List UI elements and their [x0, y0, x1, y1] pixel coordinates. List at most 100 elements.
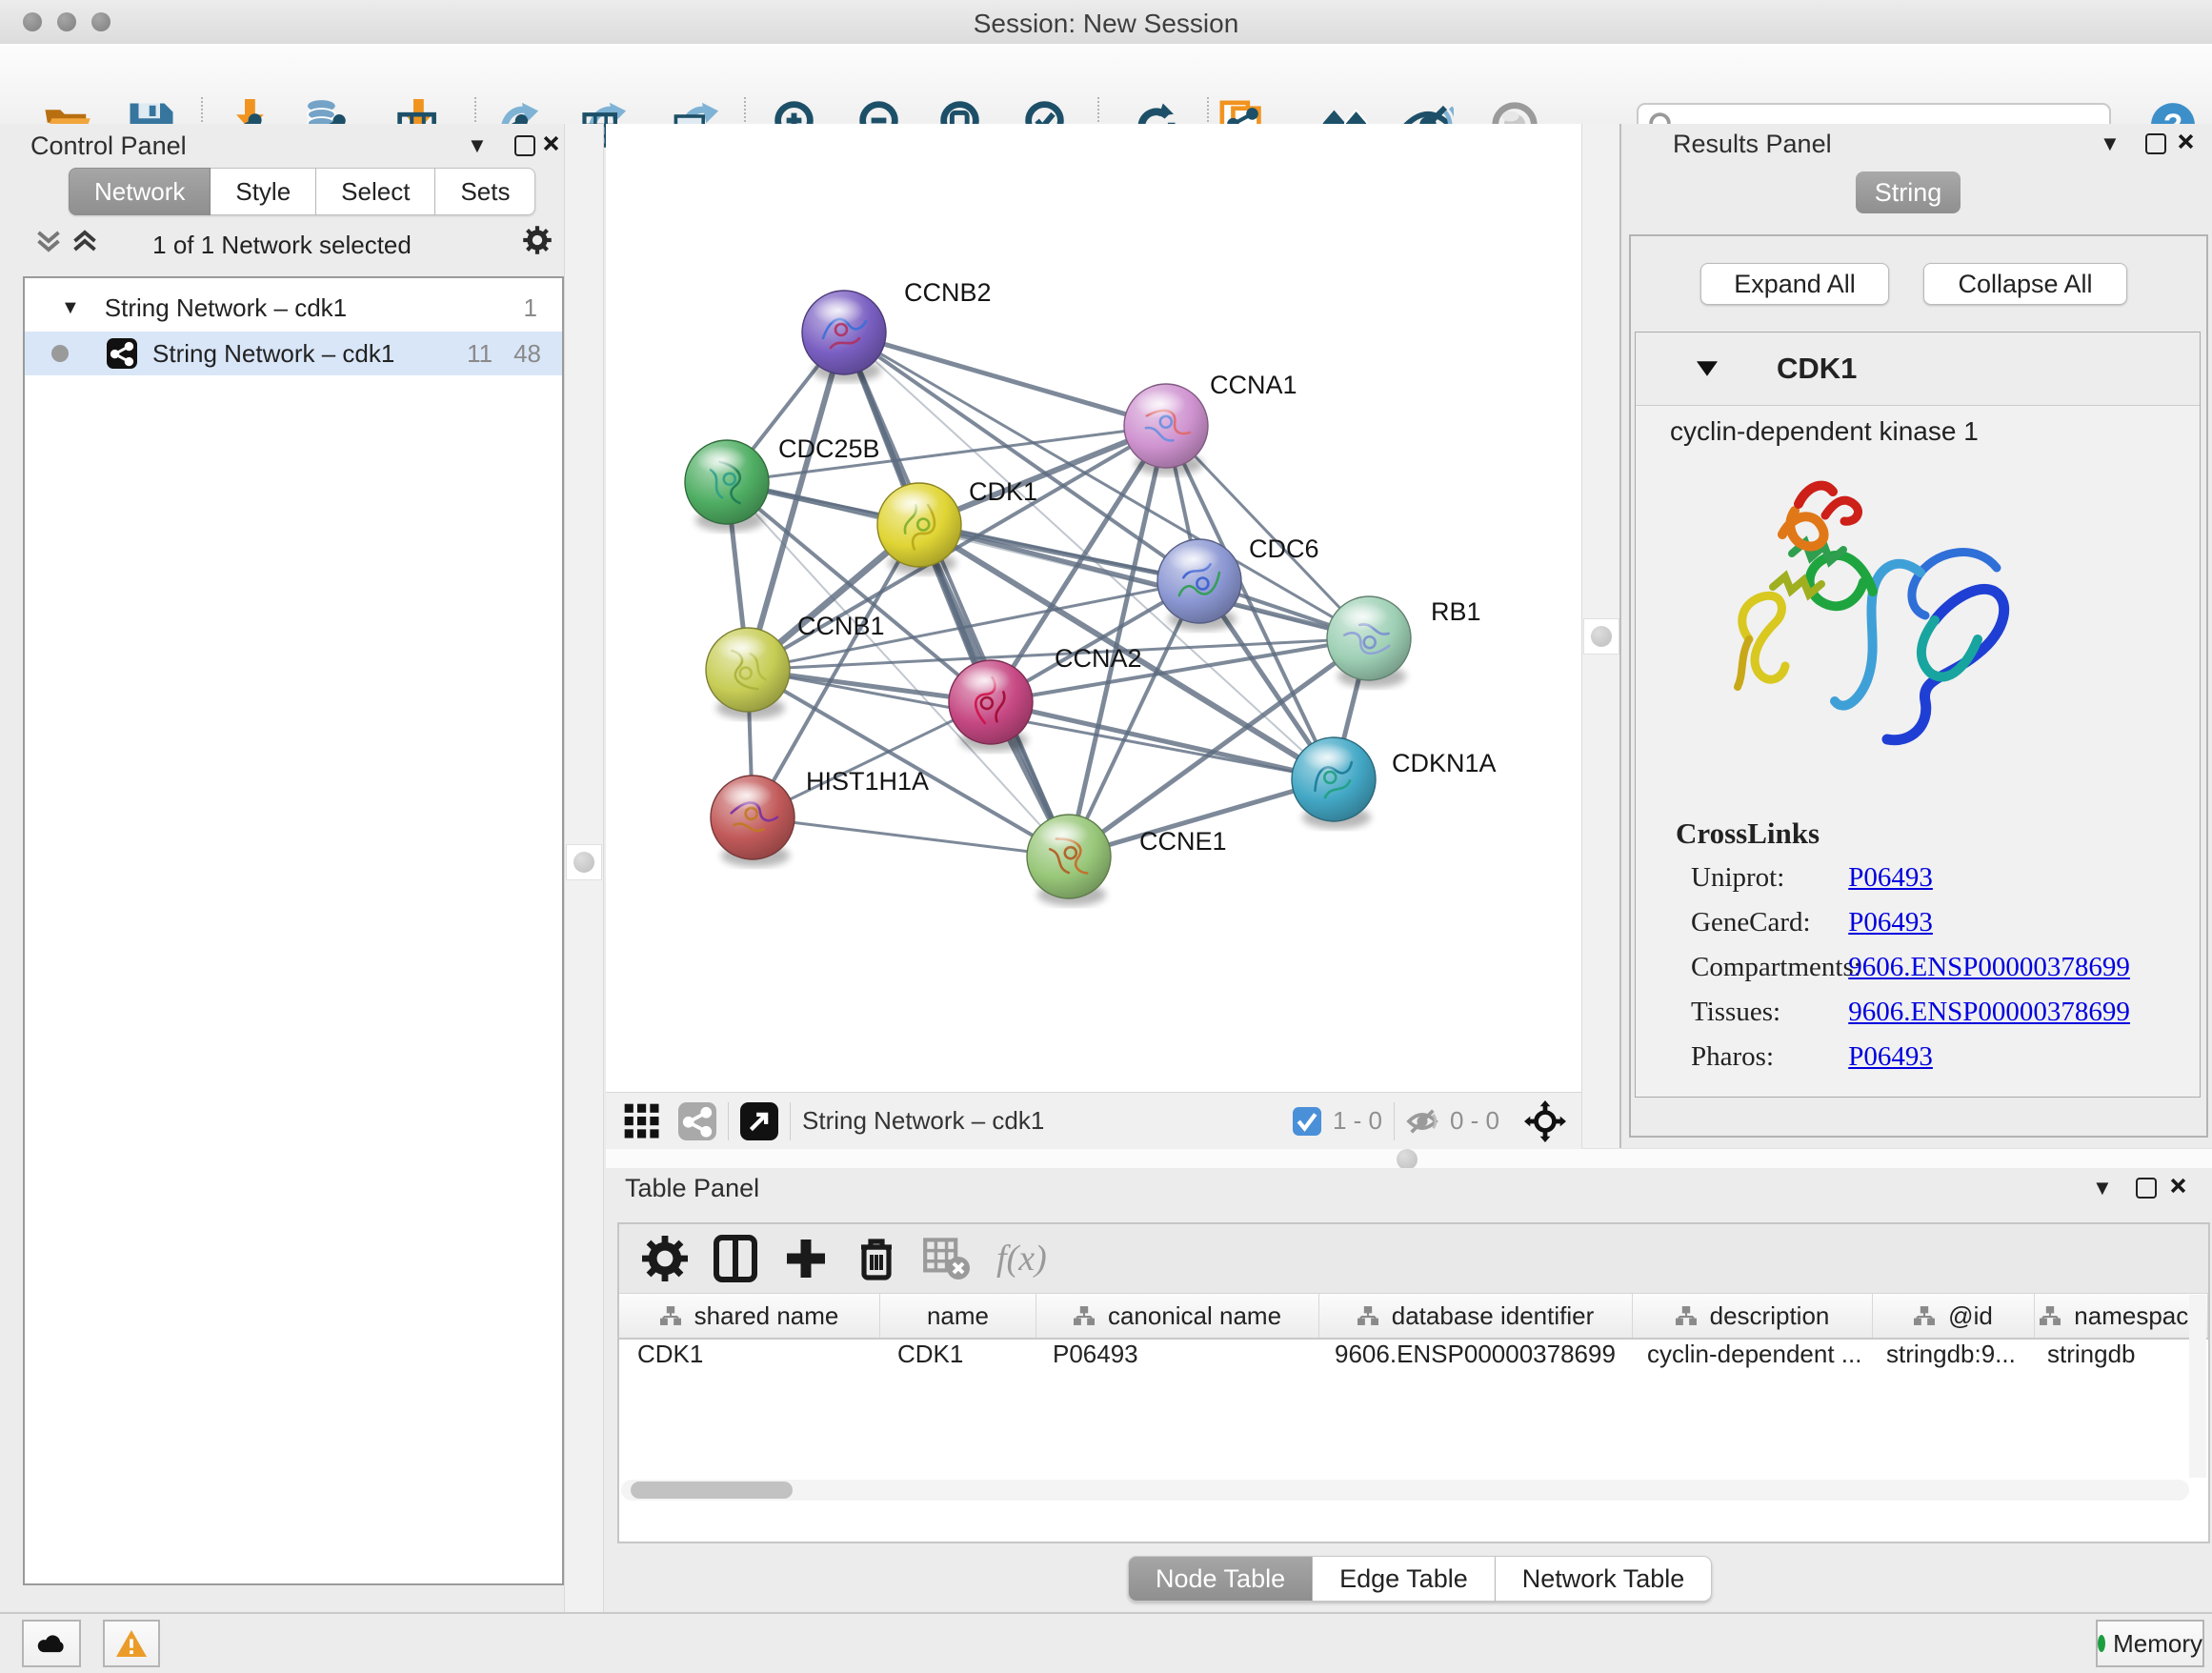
network-view-toolbar: String Network – cdk1 1 - 0 0 - 0 [606, 1092, 1581, 1149]
crosslink-row: Pharos: P06493 [1691, 1041, 1933, 1073]
crosslink-link[interactable]: 9606.ENSP00000378699 [1848, 952, 2130, 982]
cell-database-identifier[interactable]: 9606.ENSP00000378699 [1317, 1340, 1629, 1381]
network-collection-count: 1 [524, 293, 537, 323]
tree-caret-icon[interactable]: ▼ [61, 297, 80, 319]
titlebar: Session: New Session [0, 0, 2212, 45]
control-panel-close-button[interactable] [543, 135, 559, 151]
table-panel-menu-caret[interactable]: ▼ [2092, 1176, 2113, 1200]
right-splitter-handle[interactable] [1583, 618, 1619, 655]
delete-column-trash-icon[interactable] [852, 1234, 901, 1283]
column-header[interactable]: namespace [2035, 1294, 2208, 1338]
svg-text:CCNE1: CCNE1 [1139, 827, 1227, 856]
hierarchy-icon [1676, 1306, 1697, 1325]
table-row[interactable]: CDK1 CDK1 P06493 9606.ENSP00000378699 cy… [619, 1340, 2208, 1381]
column-header[interactable]: canonical name [1036, 1294, 1319, 1338]
crosslink-label: GeneCard: [1691, 907, 1841, 938]
expand-all-button[interactable]: Expand All [1700, 263, 1889, 305]
tab-style[interactable]: Style [211, 168, 316, 215]
cell-name[interactable]: CDK1 [879, 1340, 1035, 1381]
tab-network[interactable]: Network [69, 168, 211, 215]
open-in-new-window-icon[interactable] [740, 1102, 778, 1140]
column-header[interactable]: shared name [619, 1294, 880, 1338]
function-builder-icon[interactable]: f(x) [996, 1238, 1047, 1280]
table-panel-title: Table Panel [625, 1174, 759, 1203]
table-panel-close-button[interactable] [2170, 1178, 2186, 1194]
hierarchy-icon [2040, 1306, 2061, 1325]
hierarchy-icon [1357, 1306, 1378, 1325]
network-row[interactable]: String Network – cdk1 11 48 [25, 332, 562, 375]
column-header[interactable]: description [1633, 1294, 1873, 1338]
tab-network-table[interactable]: Network Table [1496, 1556, 1713, 1602]
gene-name: CDK1 [1777, 352, 1857, 386]
gene-description: cyclin-dependent kinase 1 [1670, 416, 1979, 447]
show-columns-icon[interactable] [711, 1234, 760, 1283]
network-share-badge-icon [107, 338, 137, 369]
svg-text:CCNA2: CCNA2 [1055, 644, 1142, 673]
control-panel: Control Panel ▼ Network Style Select Set… [0, 124, 565, 1612]
tab-select[interactable]: Select [316, 168, 435, 215]
crosslink-label: Tissues: [1691, 997, 1841, 1028]
cell-canonical-name[interactable]: P06493 [1035, 1340, 1317, 1381]
left-splitter-handle[interactable] [566, 844, 602, 880]
cell-description[interactable]: cyclin-dependent ... [1629, 1340, 1868, 1381]
results-panel-menu-caret[interactable]: ▼ [2100, 131, 2121, 156]
svg-text:CDKN1A: CDKN1A [1392, 749, 1497, 777]
network-edge-count: 48 [513, 339, 541, 369]
network-options-gear-icon[interactable] [522, 225, 553, 255]
cell-namespace[interactable]: stringdb [2029, 1340, 2208, 1381]
table-vertical-scrollbar[interactable] [2189, 1295, 2206, 1478]
section-caret-icon[interactable] [1697, 361, 1718, 376]
network-collection-row[interactable]: ▼ String Network – cdk1 1 [25, 286, 562, 330]
cell-shared-name[interactable]: CDK1 [619, 1340, 879, 1381]
right-splitter[interactable] [1581, 124, 1621, 1148]
control-panel-float-button[interactable] [514, 135, 535, 156]
column-header[interactable]: @id [1873, 1294, 2035, 1338]
memory-button[interactable]: Memory [2096, 1620, 2204, 1667]
fit-content-crosshair-icon[interactable] [1524, 1100, 1566, 1142]
table-panel-float-button[interactable] [2136, 1178, 2157, 1199]
crosslink-row: Compartments: 9606.ENSP00000378699 [1691, 952, 2130, 983]
network-badge-gray-icon[interactable] [678, 1102, 716, 1140]
network-status-dot-icon [51, 345, 69, 362]
cell-id[interactable]: stringdb:9... [1868, 1340, 2029, 1381]
selected-checkbox-icon[interactable] [1293, 1107, 1321, 1136]
control-panel-tabs: Network Style Select Sets [69, 168, 535, 215]
results-panel: Results Panel ▼ String Expand All Collap… [1619, 124, 2212, 1148]
column-header[interactable]: database identifier [1319, 1294, 1633, 1338]
gene-section-header[interactable]: CDK1 [1636, 333, 2200, 406]
tab-node-table[interactable]: Node Table [1128, 1556, 1313, 1602]
crosslink-link[interactable]: 9606.ENSP00000378699 [1848, 997, 2130, 1027]
results-panel-close-button[interactable] [2178, 133, 2194, 150]
svg-text:HIST1H1A: HIST1H1A [806, 767, 929, 796]
table-header-row: shared name name canonical name database… [619, 1294, 2208, 1340]
crosslink-link[interactable]: P06493 [1848, 862, 1933, 893]
tab-edge-table[interactable]: Edge Table [1313, 1556, 1496, 1602]
crosslink-link[interactable]: P06493 [1848, 1041, 1933, 1072]
add-column-icon[interactable] [781, 1234, 831, 1283]
horizontal-splitter-handle[interactable] [1397, 1149, 1418, 1170]
left-splitter[interactable] [564, 124, 604, 1612]
network-tree: ▼ String Network – cdk1 1 String Network… [23, 276, 564, 1585]
control-panel-menu-caret[interactable]: ▼ [467, 133, 488, 158]
crosslink-link[interactable]: P06493 [1848, 907, 1933, 937]
svg-text:RB1: RB1 [1431, 597, 1481, 626]
cloud-button[interactable] [22, 1620, 81, 1667]
column-header[interactable]: name [880, 1294, 1036, 1338]
birds-eye-grid-icon[interactable] [623, 1102, 661, 1140]
network-canvas[interactable]: CCNB2CCNA1CDC25BCDK1CDC6RB1CCNB1CCNA2CDK… [606, 124, 1581, 1092]
table-horizontal-scrollbar[interactable] [621, 1480, 2189, 1501]
hierarchy-icon [1914, 1306, 1935, 1325]
network-collection-label: String Network – cdk1 [105, 293, 347, 323]
collapse-all-button[interactable]: Collapse All [1923, 263, 2127, 305]
results-panel-float-button[interactable] [2145, 133, 2166, 154]
svg-text:CCNA1: CCNA1 [1210, 371, 1297, 399]
hidden-eye-slash-icon[interactable] [1406, 1105, 1438, 1138]
tab-string[interactable]: String [1856, 171, 1961, 213]
tab-sets[interactable]: Sets [435, 168, 535, 215]
delete-table-icon[interactable] [922, 1234, 972, 1283]
svg-text:CCNB2: CCNB2 [904, 278, 992, 307]
table-settings-gear-icon[interactable] [640, 1234, 690, 1283]
status-bar: Memory [0, 1612, 2212, 1673]
warnings-button[interactable] [103, 1620, 160, 1667]
horizontal-splitter[interactable] [606, 1148, 2212, 1170]
